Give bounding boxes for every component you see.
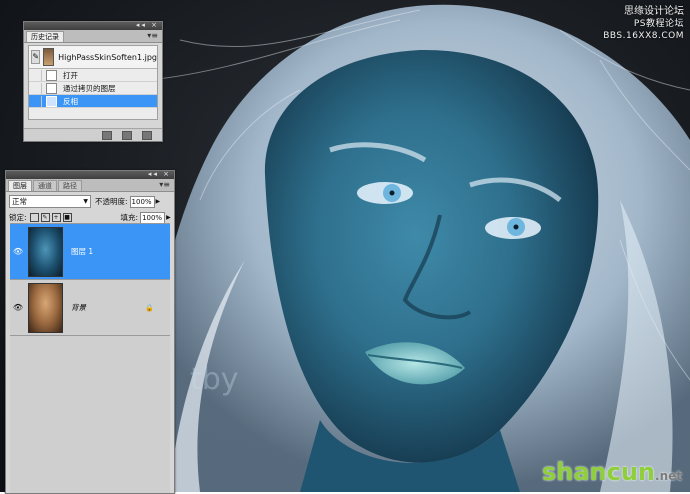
blend-opacity-row: 正常 ▼ 不透明度: 100% ▶ xyxy=(6,195,174,208)
watermark-tld: .net xyxy=(655,469,682,483)
history-step-label: 打开 xyxy=(63,70,78,80)
history-tabs: 历史记录 ▾≡ xyxy=(24,30,162,43)
history-step-selected[interactable]: 反相 xyxy=(29,95,157,108)
chevron-down-icon: ▼ xyxy=(83,198,88,205)
watermark-top-line3: BBS.16XX8.COM xyxy=(603,31,684,41)
layer-row-selected[interactable]: 👁 图层 1 xyxy=(10,224,170,280)
layer-name[interactable]: 背景 xyxy=(71,302,86,313)
lock-all-icon[interactable]: ■ xyxy=(62,213,72,222)
faded-watermark-text: tby xyxy=(190,362,239,397)
fill-arrow-icon[interactable]: ▶ xyxy=(166,214,171,221)
snapshot-thumbnail xyxy=(43,48,55,66)
document-icon xyxy=(46,69,57,81)
history-brush-slot[interactable] xyxy=(29,82,42,94)
collapse-close-icon[interactable]: ◂◂ × xyxy=(148,170,171,178)
panel-titlebar[interactable]: ◂◂ × xyxy=(6,170,174,179)
blend-mode-value: 正常 xyxy=(12,197,27,206)
watermark-top-line1: 思缘设计论坛 xyxy=(624,6,684,17)
watermark-bottom: shancun.net xyxy=(542,458,682,486)
lock-options: ✎ + ■ xyxy=(29,213,72,222)
opacity-input[interactable]: 100% xyxy=(129,195,155,208)
layer-thumbnail xyxy=(28,226,63,277)
layer-row[interactable]: 👁 背景 🔒 xyxy=(10,280,170,336)
tab-channels[interactable]: 通道 xyxy=(33,180,57,191)
lock-label: 锁定: xyxy=(9,213,27,222)
history-step-label: 通过拷贝的图层 xyxy=(63,83,116,93)
history-snapshot[interactable]: ✎ HighPassSkinSoften1.jpg xyxy=(29,46,157,69)
panel-menu-icon[interactable]: ▾≡ xyxy=(159,180,170,189)
panel-titlebar[interactable]: ◂◂ × xyxy=(24,21,162,30)
lock-transparency-icon[interactable] xyxy=(29,213,39,222)
tab-layers[interactable]: 图层 xyxy=(8,180,32,191)
camera-snapshot-icon[interactable] xyxy=(122,131,132,140)
opacity-label: 不透明度: xyxy=(95,197,128,206)
watermark-brand: shancun xyxy=(541,458,656,486)
document-icon xyxy=(46,82,57,94)
collapse-close-icon[interactable]: ◂◂ × xyxy=(136,21,159,29)
history-list: ✎ HighPassSkinSoften1.jpg 打开 通过拷贝的图层 反相 xyxy=(28,45,158,120)
document-icon xyxy=(46,95,57,107)
history-brush-slot[interactable] xyxy=(29,69,42,81)
fill-input[interactable]: 100% xyxy=(140,211,166,224)
watermark-top-line2: PS教程论坛 xyxy=(633,19,684,29)
lock-icon: 🔒 xyxy=(145,303,154,312)
history-panel: ◂◂ × 历史记录 ▾≡ ✎ HighPassSkinSoften1.jpg 打… xyxy=(23,21,163,142)
layers-tabs: 图层 通道 路径 ▾≡ xyxy=(6,179,174,192)
layer-list: 👁 图层 1 👁 背景 🔒 xyxy=(10,223,170,493)
layer-name[interactable]: 图层 1 xyxy=(71,246,93,257)
opacity-arrow-icon[interactable]: ▶ xyxy=(156,198,161,205)
layers-panel: ◂◂ × 图层 通道 路径 ▾≡ 正常 ▼ 不透明度: 100% ▶ 锁定: ✎… xyxy=(5,170,175,494)
new-document-from-state-icon[interactable] xyxy=(102,131,112,140)
blend-mode-select[interactable]: 正常 ▼ xyxy=(9,195,91,208)
history-footer xyxy=(24,128,162,141)
layer-thumbnail xyxy=(28,282,63,333)
trash-icon[interactable] xyxy=(142,131,152,140)
eye-icon[interactable]: 👁 xyxy=(10,247,26,256)
lock-brush-icon[interactable]: ✎ xyxy=(40,213,50,222)
panel-menu-icon[interactable]: ▾≡ xyxy=(147,31,158,40)
history-step-label: 反相 xyxy=(63,96,78,106)
history-brush-source-icon[interactable]: ✎ xyxy=(31,50,41,64)
tab-paths[interactable]: 路径 xyxy=(58,180,82,191)
fill-label: 填充: xyxy=(120,213,139,222)
watermark-top: 思缘设计论坛 PS教程论坛 BBS.16XX8.COM xyxy=(603,6,684,42)
lock-move-icon[interactable]: + xyxy=(51,213,61,222)
history-brush-slot[interactable] xyxy=(29,95,42,107)
eye-icon[interactable]: 👁 xyxy=(10,303,26,312)
history-step[interactable]: 通过拷贝的图层 xyxy=(29,82,157,95)
tab-history[interactable]: 历史记录 xyxy=(26,31,64,42)
history-step[interactable]: 打开 xyxy=(29,69,157,82)
snapshot-name: HighPassSkinSoften1.jpg xyxy=(58,52,157,62)
